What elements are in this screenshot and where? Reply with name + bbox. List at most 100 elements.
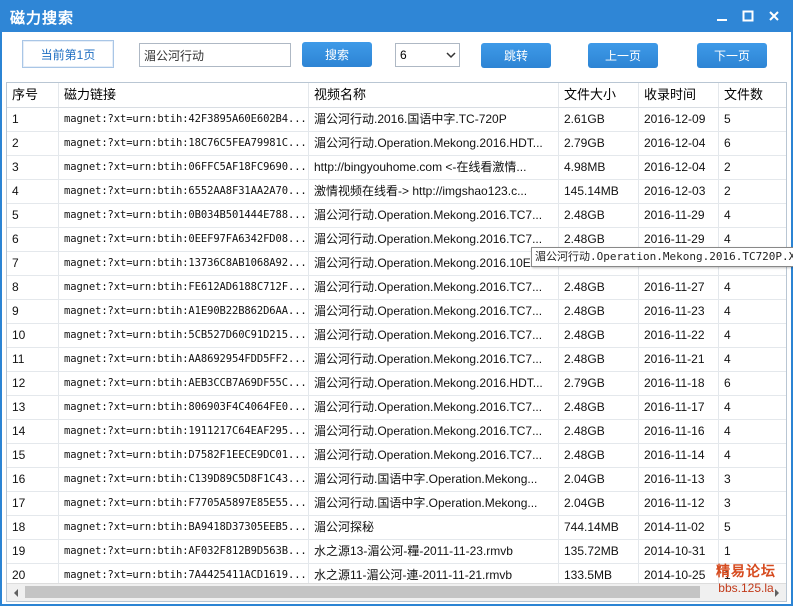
table-row[interactable]: 10 magnet:?xt=urn:btih:5CB527D60C91D215..… <box>7 324 786 348</box>
cell-magnet: magnet:?xt=urn:btih:806903F4C4064FE0... <box>59 396 309 419</box>
minimize-icon <box>717 19 727 21</box>
next-page-button[interactable]: 下一页 <box>697 43 767 68</box>
header-date[interactable]: 收录时间 <box>639 83 719 107</box>
results-table[interactable]: 序号 磁力链接 视频名称 文件大小 收录时间 文件数 1 magnet:?xt=u… <box>6 82 787 602</box>
cell-filecount: 5 <box>724 112 731 126</box>
table-row[interactable]: 11 magnet:?xt=urn:btih:AA8692954FDD5FF2..… <box>7 348 786 372</box>
table-row[interactable]: 4 magnet:?xt=urn:btih:6552AA8F31AA2A70...… <box>7 180 786 204</box>
close-icon <box>769 11 779 21</box>
cell-filecount: 2 <box>724 160 731 174</box>
watermark-line2: bbs.125.la <box>718 581 774 595</box>
cell-size: 4.98MB <box>559 156 639 179</box>
cell-filecount: 4 <box>724 448 731 462</box>
cell-filecount: 4 <box>724 280 731 294</box>
cell-date: 2016-12-04 <box>639 156 719 179</box>
maximize-icon <box>742 10 754 22</box>
table-row[interactable]: 17 magnet:?xt=urn:btih:F7705A5897E85E55..… <box>7 492 786 516</box>
cell-index: 10 <box>7 324 59 347</box>
cell-index: 18 <box>7 516 59 539</box>
cell-date: 2016-11-12 <box>639 492 719 515</box>
cell-filecount: 4 <box>724 400 731 414</box>
minimize-button[interactable] <box>709 6 735 26</box>
cell-size: 2.48GB <box>559 396 639 419</box>
header-name[interactable]: 视频名称 <box>309 83 559 107</box>
cell-name: 湄公河行动.Operation.Mekong.2016.TC7... <box>309 300 559 323</box>
cell-name: 湄公河行动.国语中字.Operation.Mekong... <box>309 468 559 491</box>
cell-tooltip: 湄公河行动.Operation.Mekong.2016.TC720P.X26 <box>531 247 793 267</box>
header-size[interactable]: 文件大小 <box>559 83 639 107</box>
cell-name: 湄公河行动.Operation.Mekong.2016.TC7... <box>309 204 559 227</box>
close-button[interactable] <box>761 6 787 26</box>
cell-magnet: magnet:?xt=urn:btih:AF032F812B9D563B... <box>59 540 309 563</box>
cell-magnet: magnet:?xt=urn:btih:5CB527D60C91D215... <box>59 324 309 347</box>
table-row[interactable]: 14 magnet:?xt=urn:btih:1911217C64EAF295..… <box>7 420 786 444</box>
cell-date: 2016-11-13 <box>639 468 719 491</box>
cell-date: 2016-11-22 <box>639 324 719 347</box>
cell-name: http://bingyouhome.com <-在线看激情... <box>309 156 559 179</box>
table-row[interactable]: 15 magnet:?xt=urn:btih:D7582F1EECE9DC01..… <box>7 444 786 468</box>
cell-index: 17 <box>7 492 59 515</box>
cell-date: 2014-10-31 <box>639 540 719 563</box>
search-button[interactable]: 搜索 <box>302 42 372 67</box>
table-row[interactable]: 13 magnet:?xt=urn:btih:806903F4C4064FE0..… <box>7 396 786 420</box>
table-row[interactable]: 18 magnet:?xt=urn:btih:BA9418D37305EEB5..… <box>7 516 786 540</box>
table-row[interactable]: 1 magnet:?xt=urn:btih:42F3895A60E602B4...… <box>7 108 786 132</box>
scroll-left-button[interactable] <box>9 586 23 599</box>
cell-size: 2.48GB <box>559 444 639 467</box>
cell-index: 9 <box>7 300 59 323</box>
cell-filecount: 4 <box>724 304 731 318</box>
horizontal-scrollbar[interactable] <box>7 583 786 601</box>
cell-magnet: magnet:?xt=urn:btih:42F3895A60E602B4... <box>59 108 309 131</box>
cell-index: 13 <box>7 396 59 419</box>
cell-magnet: magnet:?xt=urn:btih:13736C8AB1068A92... <box>59 252 309 275</box>
cell-date: 2016-12-04 <box>639 132 719 155</box>
cell-size: 2.48GB <box>559 420 639 443</box>
cell-size: 2.48GB <box>559 324 639 347</box>
cell-date: 2016-11-18 <box>639 372 719 395</box>
cell-name: 湄公河探秘 <box>309 516 559 539</box>
cell-name: 湄公河行动.Operation.Mekong.2016.TC7... <box>309 324 559 347</box>
cell-size: 2.79GB <box>559 132 639 155</box>
search-input[interactable] <box>139 43 291 67</box>
page-select[interactable]: 6 <box>395 43 460 67</box>
cell-name: 湄公河行动.Operation.Mekong.2016.TC7... <box>309 396 559 419</box>
cell-name: 湄公河行动.2016.国语中字.TC-720P <box>309 108 559 131</box>
cell-index: 4 <box>7 180 59 203</box>
table-row[interactable]: 9 magnet:?xt=urn:btih:A1E90B22B862D6AA...… <box>7 300 786 324</box>
cell-size: 2.61GB <box>559 108 639 131</box>
table-row[interactable]: 12 magnet:?xt=urn:btih:AEB3CCB7A69DF55C..… <box>7 372 786 396</box>
cell-size: 2.79GB <box>559 372 639 395</box>
cell-index: 2 <box>7 132 59 155</box>
cell-size: 2.04GB <box>559 492 639 515</box>
cell-magnet: magnet:?xt=urn:btih:0EEF97FA6342FD08... <box>59 228 309 251</box>
cell-filecount: 5 <box>724 520 731 534</box>
table-row[interactable]: 19 magnet:?xt=urn:btih:AF032F812B9D563B..… <box>7 540 786 564</box>
cell-magnet: magnet:?xt=urn:btih:D7582F1EECE9DC01... <box>59 444 309 467</box>
cell-name: 湄公河行动.Operation.Mekong.2016.TC7... <box>309 276 559 299</box>
cell-magnet: magnet:?xt=urn:btih:18C76C5FEA79981C... <box>59 132 309 155</box>
cell-magnet: magnet:?xt=urn:btih:AA8692954FDD5FF2... <box>59 348 309 371</box>
table-row[interactable]: 3 magnet:?xt=urn:btih:06FFC5AF18FC9690...… <box>7 156 786 180</box>
maximize-button[interactable] <box>735 6 761 26</box>
scrollbar-thumb[interactable] <box>25 586 700 598</box>
cell-date: 2016-11-17 <box>639 396 719 419</box>
cell-name: 湄公河行动.Operation.Mekong.2016.TC7... <box>309 444 559 467</box>
header-magnet[interactable]: 磁力链接 <box>59 83 309 107</box>
jump-button[interactable]: 跳转 <box>481 43 551 68</box>
prev-page-button[interactable]: 上一页 <box>588 43 658 68</box>
cell-filecount: 2 <box>724 184 731 198</box>
cell-magnet: magnet:?xt=urn:btih:6552AA8F31AA2A70... <box>59 180 309 203</box>
cell-filecount: 3 <box>724 496 731 510</box>
cell-size: 744.14MB <box>559 516 639 539</box>
cell-magnet: magnet:?xt=urn:btih:F7705A5897E85E55... <box>59 492 309 515</box>
table-row[interactable]: 5 magnet:?xt=urn:btih:0B034B501444E788...… <box>7 204 786 228</box>
table-row[interactable]: 16 magnet:?xt=urn:btih:C139D89C5D8F1C43..… <box>7 468 786 492</box>
cell-name: 湄公河行动.国语中字.Operation.Mekong... <box>309 492 559 515</box>
cell-date: 2016-11-27 <box>639 276 719 299</box>
header-index[interactable]: 序号 <box>7 83 59 107</box>
header-filecount[interactable]: 文件数 <box>719 83 786 107</box>
cell-index: 19 <box>7 540 59 563</box>
cell-name: 湄公河行动.Operation.Mekong.2016.TC7... <box>309 348 559 371</box>
table-row[interactable]: 8 magnet:?xt=urn:btih:FE612AD6188C712F...… <box>7 276 786 300</box>
table-row[interactable]: 2 magnet:?xt=urn:btih:18C76C5FEA79981C...… <box>7 132 786 156</box>
